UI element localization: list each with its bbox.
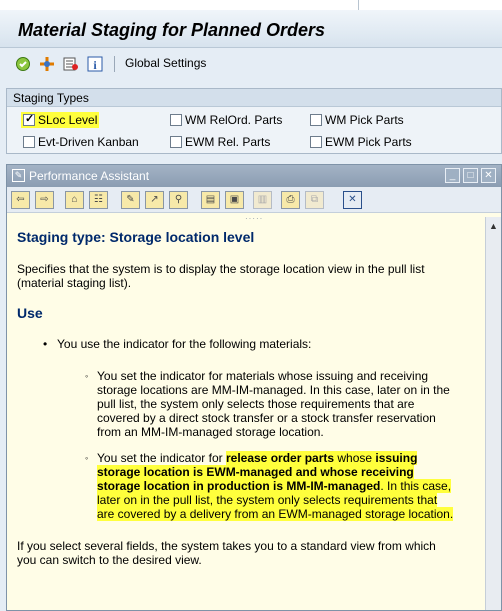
title-bar: Material Staging for Planned Orders bbox=[0, 10, 502, 48]
sub1-line: pull list, the system only selects those… bbox=[97, 397, 415, 411]
checkbox-icon[interactable] bbox=[170, 136, 182, 148]
checkbox-wm-relord-parts[interactable]: WM RelOrd. Parts bbox=[170, 113, 282, 127]
assistant-window-icon: ✎ bbox=[12, 169, 25, 182]
sub2-highlight: . In this case, bbox=[380, 479, 452, 493]
top-divider bbox=[358, 0, 359, 10]
sub2-highlight: are covered by a delivery from an EWM-ma… bbox=[97, 507, 454, 521]
intro-line-2: (material staging list). bbox=[17, 276, 132, 290]
sub2-line-5: are covered by a delivery from an EWM-ma… bbox=[97, 507, 454, 521]
sub2-line-4: later on in the pull list, the system on… bbox=[97, 493, 438, 507]
info-icon[interactable]: i bbox=[86, 55, 103, 72]
staging-types-header: Staging Types bbox=[7, 89, 501, 107]
save-icon: ▥ bbox=[253, 191, 272, 209]
performance-assistant-window: ✎ Performance Assistant _ □ ✕ ⇦ ⇨ ⌂ ☷ ✎ … bbox=[6, 164, 502, 611]
sub-bullet-icon: ◦ bbox=[85, 371, 89, 381]
staging-types-group: Staging Types SLoc Level WM RelOrd. Part… bbox=[6, 88, 502, 154]
sub1-line: You set the indicator for materials whos… bbox=[97, 369, 429, 383]
sub2-line-3: storage location in production is MM-IM-… bbox=[97, 479, 452, 493]
checkbox-evt-driven-kanban[interactable]: Evt-Driven Kanban bbox=[23, 135, 139, 149]
find-icon[interactable]: ⚲ bbox=[169, 191, 188, 209]
checkbox-ewm-rel-parts[interactable]: EWM Rel. Parts bbox=[170, 135, 270, 149]
sub2-text: You set the indicator for bbox=[97, 451, 226, 465]
sub1-line: from an MM-IM-managed storage location. bbox=[97, 425, 324, 439]
sub2-highlight: release order parts bbox=[225, 451, 335, 465]
use-heading: Use bbox=[17, 305, 43, 321]
close-assistant-icon[interactable]: ✕ bbox=[343, 191, 362, 209]
bullet-main: You use the indicator for the following … bbox=[57, 337, 312, 351]
window-icon[interactable]: ▣ bbox=[225, 191, 244, 209]
assistant-content: Staging type: Storage location level Spe… bbox=[7, 217, 483, 611]
document-icon[interactable]: ▤ bbox=[201, 191, 220, 209]
sub2-highlight: storage location in production is MM-IM-… bbox=[97, 479, 381, 493]
checkbox-ewm-pick-parts[interactable]: EWM Pick Parts bbox=[310, 135, 412, 149]
footer-line-2: you can switch to the desired view. bbox=[17, 553, 202, 567]
page-title: Material Staging for Planned Orders bbox=[18, 20, 326, 40]
application-toolbar: i Global Settings bbox=[0, 48, 502, 82]
sub1-line: storage locations are MM-IM-managed. In … bbox=[97, 383, 450, 397]
intro-line-1: Specifies that the system is to display … bbox=[17, 262, 425, 276]
print-icon[interactable]: ⎙ bbox=[281, 191, 300, 209]
checkbox-label: EWM Rel. Parts bbox=[185, 135, 271, 149]
variant-icon[interactable] bbox=[62, 55, 79, 72]
assistant-title-bar[interactable]: ✎ Performance Assistant _ □ ✕ bbox=[7, 165, 501, 187]
checkbox-label: Evt-Driven Kanban bbox=[38, 135, 139, 149]
checkbox-label: WM Pick Parts bbox=[325, 113, 404, 127]
sub2-highlight: storage location is EWM-managed and whos… bbox=[97, 465, 414, 479]
bullet-dot-icon: • bbox=[43, 337, 48, 351]
top-strip bbox=[0, 0, 502, 10]
checkbox-icon[interactable] bbox=[23, 136, 35, 148]
maximize-icon[interactable]: □ bbox=[463, 168, 478, 183]
sub2-highlight: later on in the pull list, the system on… bbox=[97, 493, 438, 507]
assistant-toolbar: ⇦ ⇨ ⌂ ☷ ✎ ↗ ⚲ ▤ ▣ ▥ ⎙ ⧉ ✕ bbox=[7, 187, 501, 213]
settings-icon[interactable] bbox=[38, 55, 55, 72]
checkbox-icon[interactable] bbox=[170, 114, 182, 126]
footer-line-1: If you select several fields, the system… bbox=[17, 539, 436, 553]
checkbox-icon[interactable] bbox=[310, 114, 322, 126]
toolbar-separator bbox=[114, 56, 115, 72]
forward-icon[interactable]: ⇨ bbox=[35, 191, 54, 209]
checkbox-wm-pick-parts[interactable]: WM Pick Parts bbox=[310, 113, 404, 127]
checkbox-label: SLoc Level bbox=[38, 113, 98, 127]
close-icon[interactable]: ✕ bbox=[481, 168, 496, 183]
home-icon[interactable]: ⌂ bbox=[65, 191, 84, 209]
copy-icon: ⧉ bbox=[305, 191, 324, 209]
sub2-highlight: whose bbox=[334, 451, 376, 465]
back-icon[interactable]: ⇦ bbox=[11, 191, 30, 209]
sub2-line-1: You set the indicator for release order … bbox=[97, 451, 418, 465]
structure-icon[interactable]: ☷ bbox=[89, 191, 108, 209]
assistant-title: Performance Assistant bbox=[29, 169, 150, 183]
execute-icon[interactable] bbox=[14, 55, 31, 72]
sub1-line: covered by a direct stock transfer or a … bbox=[97, 411, 436, 425]
checkbox-checked-icon[interactable] bbox=[23, 112, 35, 126]
help-heading: Staging type: Storage location level bbox=[17, 229, 255, 245]
checkbox-label: WM RelOrd. Parts bbox=[185, 113, 283, 127]
minimize-icon[interactable]: _ bbox=[445, 168, 460, 183]
scroll-up-icon[interactable]: ▲ bbox=[489, 221, 498, 231]
checkbox-sloc-level[interactable]: SLoc Level bbox=[21, 112, 100, 128]
link-icon[interactable]: ↗ bbox=[145, 191, 164, 209]
global-settings-button[interactable]: Global Settings bbox=[125, 56, 206, 70]
assistant-scrollbar[interactable]: ▲ bbox=[485, 217, 501, 610]
checkbox-label: EWM Pick Parts bbox=[325, 135, 412, 149]
sub2-highlight: issuing bbox=[375, 451, 418, 465]
sub-bullet-icon: ◦ bbox=[85, 453, 89, 463]
edit-icon[interactable]: ✎ bbox=[121, 191, 140, 209]
sub2-line-2: storage location is EWM-managed and whos… bbox=[97, 465, 414, 479]
checkbox-icon[interactable] bbox=[310, 136, 322, 148]
